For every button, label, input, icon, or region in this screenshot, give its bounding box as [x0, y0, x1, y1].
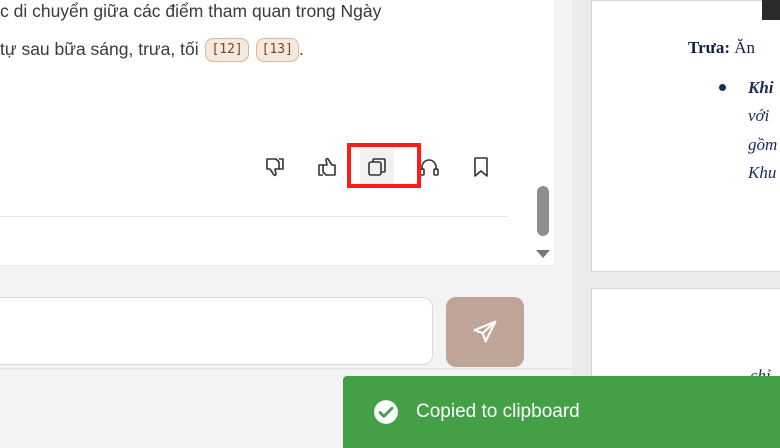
- dislike-button[interactable]: [258, 150, 292, 184]
- document-image: [762, 0, 780, 20]
- doc-line-2: với: [748, 106, 770, 125]
- doc-line-4: Khu: [748, 163, 777, 182]
- clipboard-toast: Copied to clipboard: [343, 376, 780, 448]
- send-icon: [473, 320, 497, 343]
- citation-12[interactable]: [12]: [205, 38, 249, 63]
- scrollbar-thumb[interactable]: [537, 186, 549, 236]
- composer-bottom-line: [0, 368, 572, 369]
- doc-label-rest: Ăn: [734, 38, 756, 57]
- bookmark-button[interactable]: [464, 150, 498, 184]
- like-button[interactable]: [310, 150, 344, 184]
- copy-highlight-box: [347, 143, 421, 188]
- message-line-2-text: tự sau bữa sáng, trưa, tối: [0, 39, 199, 59]
- assistant-message: c di chuyển giữa các điểm tham quan tron…: [0, 0, 520, 68]
- chat-panel: c di chuyển giữa các điểm tham quan tron…: [0, 0, 532, 265]
- thumbs-down-icon: [266, 158, 284, 177]
- doc-label-bold: Trưa:: [688, 38, 730, 57]
- doc-bullet: [719, 84, 726, 91]
- send-button[interactable]: [446, 297, 524, 367]
- chat-input[interactable]: [0, 297, 433, 365]
- bookmark-icon: [474, 157, 488, 177]
- toast-message: Copied to clipboard: [416, 401, 580, 422]
- citation-13[interactable]: [13]: [255, 38, 299, 63]
- citation-suffix: .: [298, 39, 304, 59]
- message-line-1: c di chuyển giữa các điểm tham quan tron…: [0, 1, 382, 21]
- check-circle-icon: [374, 400, 398, 424]
- doc-line-3: gồm: [748, 135, 778, 154]
- doc-meal-label: Trưa: Ăn: [688, 38, 755, 58]
- scroll-down-arrow[interactable]: [536, 250, 550, 258]
- message-line-2: tự sau bữa sáng, trưa, tối [12] [13].: [0, 30, 520, 68]
- thumbs-up-icon: [318, 157, 336, 176]
- doc-line-1: Khi: [748, 78, 774, 97]
- message-divider: [0, 216, 508, 217]
